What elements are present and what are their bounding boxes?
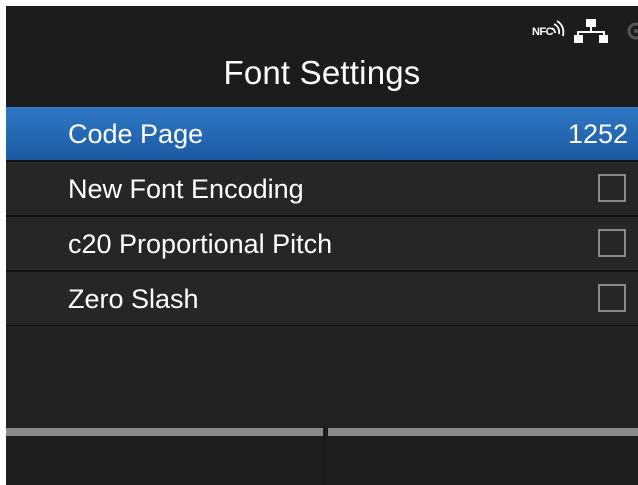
menu-item-label: New Font Encoding — [68, 174, 304, 204]
menu-item-label: Code Page — [68, 119, 204, 149]
nfc-icon: NFC — [532, 20, 568, 42]
code-page-value: 1252 — [567, 119, 628, 149]
menu-empty-area — [6, 326, 638, 428]
zero-slash-checkbox[interactable] — [598, 284, 626, 312]
c20-proportional-pitch-checkbox[interactable] — [598, 229, 626, 257]
settings-menu: Code Page 1252 New Font Encoding c20 Pro… — [6, 107, 638, 327]
menu-item-code-page[interactable]: Code Page 1252 — [6, 107, 638, 162]
gear-icon — [626, 18, 638, 44]
menu-item-label: c20 Proportional Pitch — [68, 229, 333, 259]
menu-item-c20-proportional-pitch[interactable]: c20 Proportional Pitch — [6, 217, 638, 272]
printer-display: NFC Font Settings Code Page 1252 New Fon… — [6, 6, 638, 485]
status-bar: NFC — [6, 6, 638, 50]
softkey-left[interactable] — [6, 428, 323, 485]
softkey-bar — [6, 428, 638, 485]
new-font-encoding-checkbox[interactable] — [598, 174, 626, 202]
softkey-right[interactable] — [328, 428, 638, 485]
page-title: Font Settings — [223, 54, 421, 91]
menu-item-new-font-encoding[interactable]: New Font Encoding — [6, 162, 638, 217]
menu-item-zero-slash[interactable]: Zero Slash — [6, 272, 638, 327]
network-icon — [574, 18, 608, 44]
menu-item-label: Zero Slash — [68, 284, 199, 314]
